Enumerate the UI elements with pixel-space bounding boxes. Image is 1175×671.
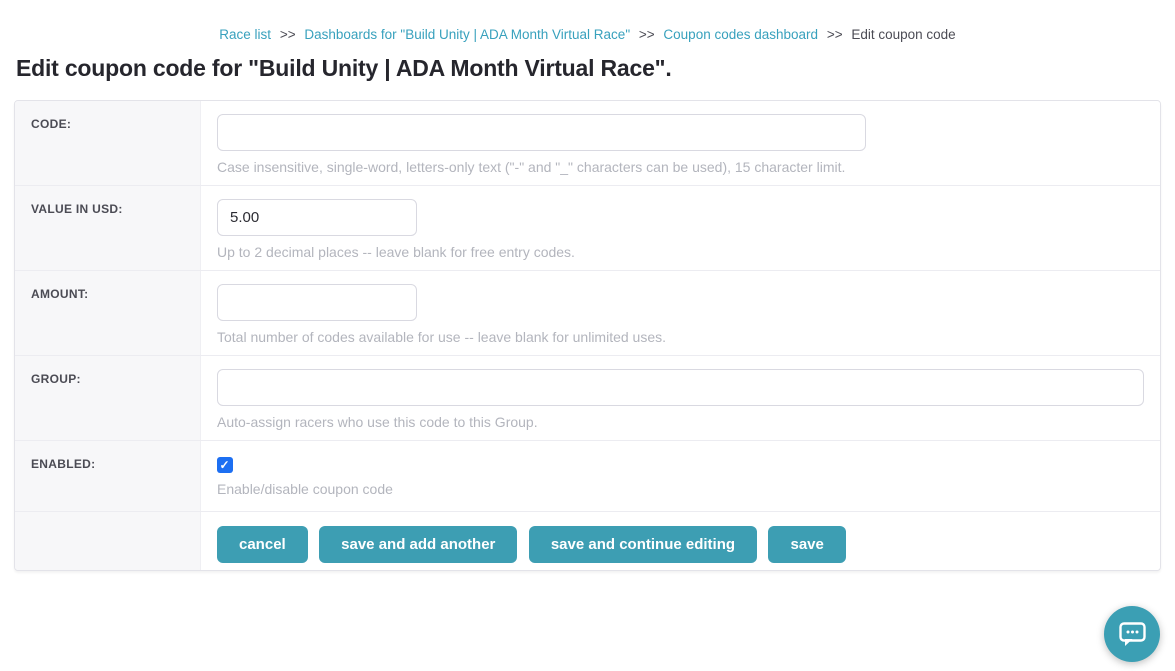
cancel-button[interactable]: cancel [217, 526, 308, 563]
value-in-usd-help-text: Up to 2 decimal places -- leave blank fo… [217, 244, 1144, 260]
group-label: GROUP: [15, 356, 201, 440]
save-button[interactable]: save [768, 526, 845, 563]
breadcrumb-link-dashboards[interactable]: Dashboards for "Build Unity | ADA Month … [304, 27, 630, 42]
chat-bubble-icon [1119, 622, 1146, 647]
breadcrumb-link-race-list[interactable]: Race list [219, 27, 271, 42]
enabled-checkbox[interactable] [217, 457, 233, 473]
breadcrumb-separator: >> [280, 27, 296, 42]
code-help-text: Case insensitive, single-word, letters-o… [217, 159, 1144, 175]
group-help-text: Auto-assign racers who use this code to … [217, 414, 1144, 430]
form-actions-row: cancel save and add another save and con… [15, 512, 1160, 570]
code-input[interactable] [217, 114, 866, 151]
group-input[interactable] [217, 369, 1144, 406]
amount-label: AMOUNT: [15, 271, 201, 355]
breadcrumb-current: Edit coupon code [851, 27, 955, 42]
form-row-value-in-usd: VALUE IN USD: Up to 2 decimal places -- … [15, 186, 1160, 271]
form-row-amount: AMOUNT: Total number of codes available … [15, 271, 1160, 356]
amount-input[interactable] [217, 284, 417, 321]
value-in-usd-input[interactable] [217, 199, 417, 236]
breadcrumb: Race list >> Dashboards for "Build Unity… [0, 0, 1175, 42]
enabled-help-text: Enable/disable coupon code [217, 481, 1144, 497]
save-and-add-another-button[interactable]: save and add another [319, 526, 517, 563]
enabled-label: ENABLED: [15, 441, 201, 511]
breadcrumb-separator: >> [639, 27, 655, 42]
save-and-continue-editing-button[interactable]: save and continue editing [529, 526, 757, 563]
form-row-code: CODE: Case insensitive, single-word, let… [15, 101, 1160, 186]
breadcrumb-link-coupon-codes-dashboard[interactable]: Coupon codes dashboard [663, 27, 818, 42]
chat-button[interactable] [1104, 606, 1160, 662]
breadcrumb-separator: >> [827, 27, 843, 42]
actions-label-spacer [15, 512, 201, 570]
value-in-usd-label: VALUE IN USD: [15, 186, 201, 270]
amount-help-text: Total number of codes available for use … [217, 329, 1144, 345]
page-title: Edit coupon code for "Build Unity | ADA … [16, 55, 1159, 82]
form-row-group: GROUP: Auto-assign racers who use this c… [15, 356, 1160, 441]
form-row-enabled: ENABLED: Enable/disable coupon code [15, 441, 1160, 512]
edit-coupon-form: CODE: Case insensitive, single-word, let… [14, 100, 1161, 571]
code-label: CODE: [15, 101, 201, 185]
